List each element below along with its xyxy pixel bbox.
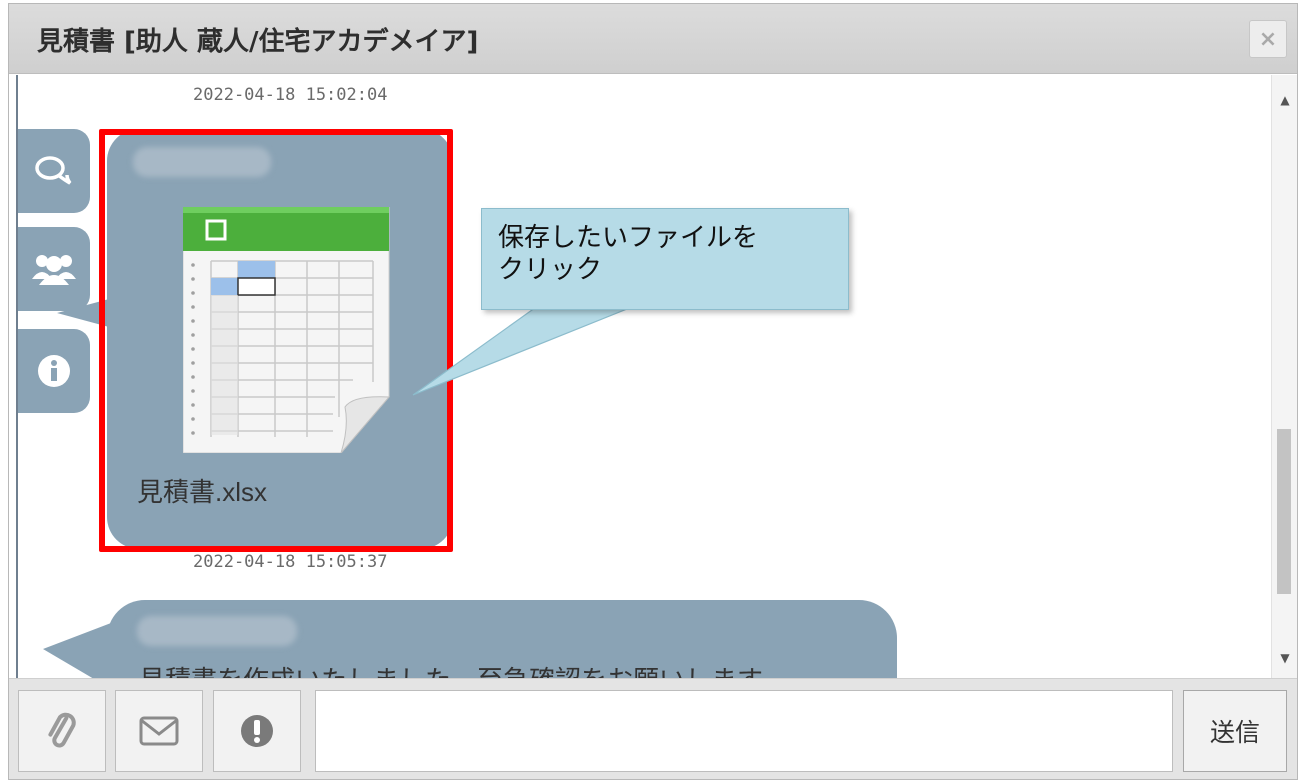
users-icon: [32, 255, 76, 285]
callout-line-1: 保存したいファイルを: [498, 222, 759, 252]
info-icon: [38, 355, 70, 387]
chat-window: 見積書 [助人 蔵人/住宅アカデメイア] × 2022-04-18 15:02:…: [8, 3, 1298, 780]
text-message-bubble[interactable]: 見積書を作成いたしました。至急確認をお願いします: [107, 600, 897, 678]
callout-line-2: クリック: [498, 254, 603, 284]
title-bar: 見積書 [助人 蔵人/住宅アカデメイア] ×: [9, 4, 1297, 74]
close-button[interactable]: ×: [1249, 20, 1287, 58]
send-button[interactable]: 送信: [1183, 690, 1287, 772]
callout-pointer: [412, 304, 638, 396]
scrollbar[interactable]: ▲ ▼: [1271, 75, 1297, 678]
mail-button[interactable]: [115, 690, 203, 772]
chat-icon: [35, 156, 72, 185]
timestamp: 2022-04-18 15:02:04: [193, 85, 388, 105]
highlight-frame: [99, 129, 453, 552]
message-text: 見積書を作成いたしました。至急確認をお願いします: [139, 660, 763, 678]
message-input[interactable]: [315, 690, 1173, 772]
envelope-icon: [139, 716, 179, 746]
sender-name-blurred: [137, 616, 297, 646]
bubble-tail: [43, 623, 111, 678]
window-title: 見積書 [助人 蔵人/住宅アカデメイア]: [37, 27, 479, 57]
timestamp: 2022-04-18 15:05:37: [193, 552, 388, 572]
close-icon: ×: [1258, 26, 1278, 52]
annotation-callout: 保存したいファイルを クリック: [481, 208, 849, 310]
important-button[interactable]: [213, 690, 301, 772]
scroll-down-icon[interactable]: ▼: [1272, 647, 1297, 669]
tab-chat[interactable]: [18, 129, 90, 213]
compose-toolbar: 送信: [9, 678, 1297, 779]
attach-button[interactable]: [18, 690, 106, 772]
tab-info[interactable]: [18, 329, 90, 413]
paperclip-icon: [48, 712, 76, 748]
scroll-up-icon[interactable]: ▲: [1272, 89, 1297, 111]
chat-area[interactable]: 2022-04-18 15:02:04 見積書.xlsx 2022-04-18 …: [9, 75, 1297, 678]
scroll-thumb[interactable]: [1277, 429, 1291, 594]
exclamation-icon: [241, 715, 273, 747]
